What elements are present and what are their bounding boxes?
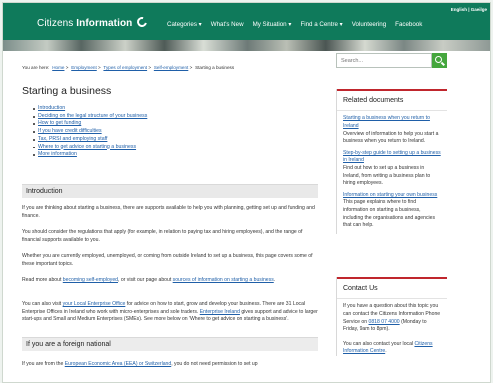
contact-us-title: Contact Us bbox=[337, 279, 447, 300]
contact-centre-paragraph: You can also contact your local Citizens… bbox=[343, 340, 433, 355]
search-button[interactable] bbox=[432, 53, 447, 68]
section-heading-foreign-national: If you are a foreign national bbox=[22, 337, 318, 352]
page-frame: English | Gaeilge Citizens Information C… bbox=[2, 2, 491, 383]
section-heading-introduction: Introduction bbox=[22, 184, 318, 199]
topics-paragraph: Whether you are currently employed, unem… bbox=[22, 253, 313, 267]
local-enterprise-paragraph: You can also visit your Local Enterprise… bbox=[22, 301, 318, 323]
header-photo-strip bbox=[3, 40, 490, 51]
link-local-enterprise-office[interactable]: your Local Enterprise Office bbox=[63, 301, 126, 307]
search-box bbox=[336, 53, 432, 68]
phone-link[interactable]: 0818 07 4000 bbox=[368, 319, 399, 325]
read-more-paragraph: Read more about becoming self-employed, … bbox=[22, 277, 276, 283]
site-logo[interactable]: Citizens Information bbox=[37, 15, 150, 31]
nav-categories[interactable]: Categories ▾ bbox=[167, 21, 202, 29]
breadcrumb: You are here: Home > Employment > Types … bbox=[22, 65, 235, 70]
related-documents-card: Related documents Starting a business wh… bbox=[336, 89, 447, 234]
related-doc-link[interactable]: Step-by-step guide to setting up a busin… bbox=[343, 150, 441, 165]
toc-item: Tax, PRSI and employing staff bbox=[33, 136, 147, 144]
toc-item: How to get funding bbox=[33, 120, 147, 128]
toc-item: Where to get advice on starting a busine… bbox=[33, 144, 147, 152]
related-doc-desc: This page explains where to find informa… bbox=[343, 199, 436, 229]
language-switch[interactable]: English | Gaeilge bbox=[451, 7, 487, 13]
logo-icon bbox=[135, 15, 150, 29]
breadcrumb-current: Starting a business bbox=[195, 65, 235, 70]
intro-paragraph: If you are thinking about starting a bus… bbox=[22, 205, 315, 219]
page-title: Starting a business bbox=[22, 85, 112, 97]
related-doc-desc: Find out how to set up a business in Ire… bbox=[343, 165, 431, 187]
related-doc: Step-by-step guide to setting up a busin… bbox=[343, 150, 441, 188]
search-input[interactable] bbox=[337, 54, 431, 67]
related-doc: Starting a business when you return to I… bbox=[343, 115, 441, 145]
toc-item: Deciding on the legal structure of your … bbox=[33, 113, 147, 121]
regulations-paragraph: You should consider the regulations that… bbox=[22, 229, 303, 243]
related-doc-link[interactable]: Starting a business when you return to I… bbox=[343, 115, 441, 130]
nav-find-a-centre[interactable]: Find a Centre ▾ bbox=[300, 21, 342, 29]
related-doc-desc: Overview of information to help you star… bbox=[343, 130, 439, 145]
toc-item: If you have credit difficulties bbox=[33, 128, 147, 136]
breadcrumb-employment[interactable]: Employment bbox=[71, 65, 97, 70]
nav-whats-new[interactable]: What's New bbox=[211, 21, 244, 29]
toc-item: Introduction bbox=[33, 105, 147, 113]
related-doc: Information on starting your own busines… bbox=[343, 192, 441, 230]
table-of-contents: Introduction Deciding on the legal struc… bbox=[33, 105, 147, 159]
toc-item: More information bbox=[33, 151, 147, 159]
link-becoming-self-employed[interactable]: becoming self-employed bbox=[63, 277, 118, 283]
breadcrumb-self-employment[interactable]: Self-employment bbox=[154, 65, 188, 70]
main-nav: Categories ▾ What's New My Situation ▾ F… bbox=[167, 21, 422, 29]
site-header: English | Gaeilge Citizens Information C… bbox=[3, 3, 490, 40]
contact-us-card: Contact Us If you have a question about … bbox=[336, 277, 447, 356]
nav-volunteering[interactable]: Volunteering bbox=[352, 21, 386, 29]
breadcrumb-home[interactable]: Home bbox=[52, 65, 64, 70]
link-eea-switzerland[interactable]: European Economic Area (EEA) or Switzerl… bbox=[65, 361, 171, 367]
nav-facebook[interactable]: Facebook bbox=[395, 21, 422, 29]
breadcrumb-types-of-employment[interactable]: Types of employment bbox=[103, 65, 147, 70]
related-doc-link[interactable]: Information on starting your own busines… bbox=[343, 192, 441, 200]
foreign-national-paragraph: If you are from the European Economic Ar… bbox=[22, 361, 258, 367]
contact-phone-paragraph: If you have a question about this topic … bbox=[343, 303, 441, 333]
brand-light: Citizens bbox=[37, 18, 74, 29]
brand-bold: Information bbox=[76, 18, 133, 29]
link-enterprise-ireland[interactable]: Enterprise Ireland bbox=[200, 309, 240, 315]
related-documents-title: Related documents bbox=[337, 91, 447, 112]
nav-my-situation[interactable]: My Situation ▾ bbox=[253, 21, 292, 29]
link-sources-of-information[interactable]: sources of information on starting a bus… bbox=[173, 277, 274, 283]
